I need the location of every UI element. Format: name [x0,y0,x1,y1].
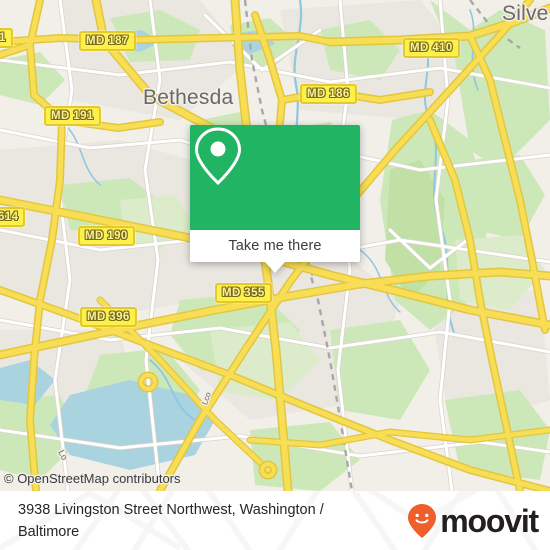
popup-pointer-tail [265,262,285,273]
map-city-label-silver-spring: Silve [502,2,549,25]
highway-shield-0[interactable]: 1 [0,28,13,48]
highway-shield-md-355[interactable]: MD 355 [215,283,272,303]
popup-image-area [190,125,360,230]
highway-shield-md-410[interactable]: MD 410 [403,38,460,58]
map-screenshot: Bethesda Silve Lo Lco 1 MD 187 MD 410 MD… [0,0,550,550]
highway-shield-md-187[interactable]: MD 187 [79,31,136,51]
highway-shield-md-191[interactable]: MD 191 [44,106,101,126]
highway-shield-614[interactable]: 614 [0,207,26,227]
map-attribution[interactable]: © OpenStreetMap contributors [4,471,181,486]
map-pin-icon [194,127,242,186]
highway-shield-md-396[interactable]: MD 396 [80,307,137,327]
take-me-there-button[interactable]: Take me there [228,238,321,254]
bottom-bar: 3938 Livingston Street Northwest, Washin… [0,491,550,550]
highway-shield-md-190[interactable]: MD 190 [78,226,135,246]
location-popup-card[interactable]: Take me there [190,125,360,273]
location-title: 3938 Livingston Street Northwest, Washin… [18,502,324,540]
popup-footer[interactable]: Take me there [190,230,360,273]
moovit-wordmark: moovit [440,503,539,539]
map-city-label-bethesda: Bethesda [143,86,234,109]
highway-shield-md-186[interactable]: MD 186 [300,84,357,104]
moovit-brand-logo[interactable]: moovit [407,503,539,539]
map-canvas[interactable]: Bethesda Silve Lo Lco 1 MD 187 MD 410 MD… [0,0,550,491]
moovit-smiley-pin-icon [408,504,437,538]
